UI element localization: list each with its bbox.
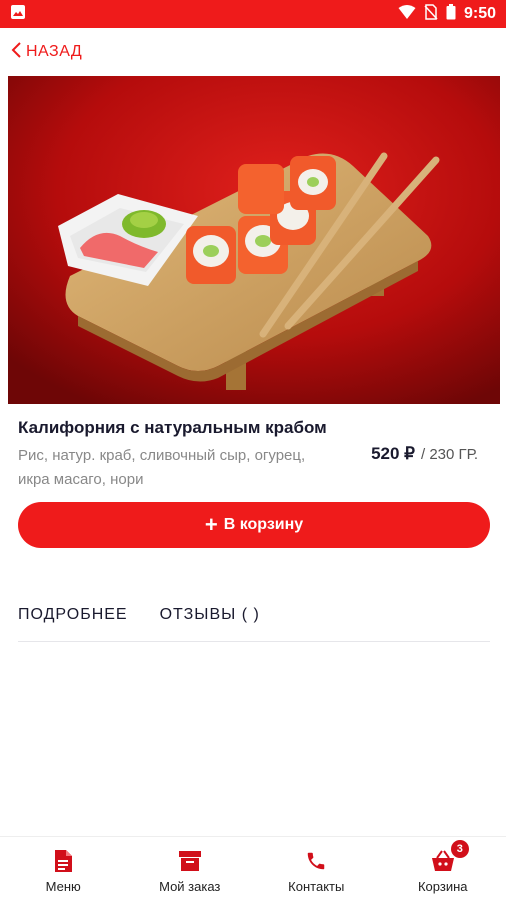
nav-contacts-label: Контакты	[288, 879, 345, 894]
nav-menu-label: Меню	[45, 879, 81, 894]
product-weight: / 230 ГР.	[421, 446, 478, 463]
add-to-cart-button[interactable]: + В корзину	[18, 502, 490, 548]
product-title: Калифорния с натуральным крабом	[18, 418, 327, 437]
product-price: 520 ₽	[371, 444, 415, 463]
add-to-cart-label: В корзину	[223, 516, 304, 533]
price-block: 520 ₽ / 230 ГР.	[371, 444, 478, 464]
product-description: Рис, натур. краб, сливочный сыр, огурец,…	[18, 447, 306, 488]
archive-box-icon	[178, 849, 202, 873]
status-time: 9:50	[463, 5, 496, 22]
battery-icon	[446, 3, 456, 25]
wifi-icon	[398, 4, 416, 25]
nav-cart[interactable]: 3 Корзина	[380, 837, 506, 900]
basket-icon: 3	[431, 840, 469, 873]
detail-tabs: ПОДРОБНЕЕ ОТЗЫВЫ ( )	[18, 596, 490, 642]
back-label: НАЗАД	[26, 43, 83, 60]
chevron-left-icon	[10, 41, 22, 64]
nav-cart-label: Корзина	[417, 879, 468, 894]
nav-my-order-label: Мой заказ	[159, 879, 221, 894]
document-icon	[51, 849, 75, 873]
product-image	[8, 76, 500, 404]
plus-icon: +	[204, 512, 218, 537]
gallery-notification-icon	[10, 4, 26, 25]
tab-details[interactable]: ПОДРОБНЕЕ	[18, 596, 128, 641]
nav-menu[interactable]: Меню	[0, 837, 127, 900]
bottom-navigation: Меню Мой заказ Контакты 3 Корзина	[0, 836, 506, 900]
status-bar: 9:50	[0, 0, 506, 28]
back-button[interactable]: НАЗАД	[10, 38, 82, 66]
nav-contacts[interactable]: Контакты	[253, 837, 380, 900]
cart-count-badge: 3	[450, 840, 469, 858]
nav-my-order[interactable]: Мой заказ	[127, 837, 254, 900]
phone-icon	[304, 849, 328, 873]
no-sim-icon	[424, 3, 438, 25]
tab-reviews[interactable]: ОТЗЫВЫ ( )	[160, 596, 260, 641]
